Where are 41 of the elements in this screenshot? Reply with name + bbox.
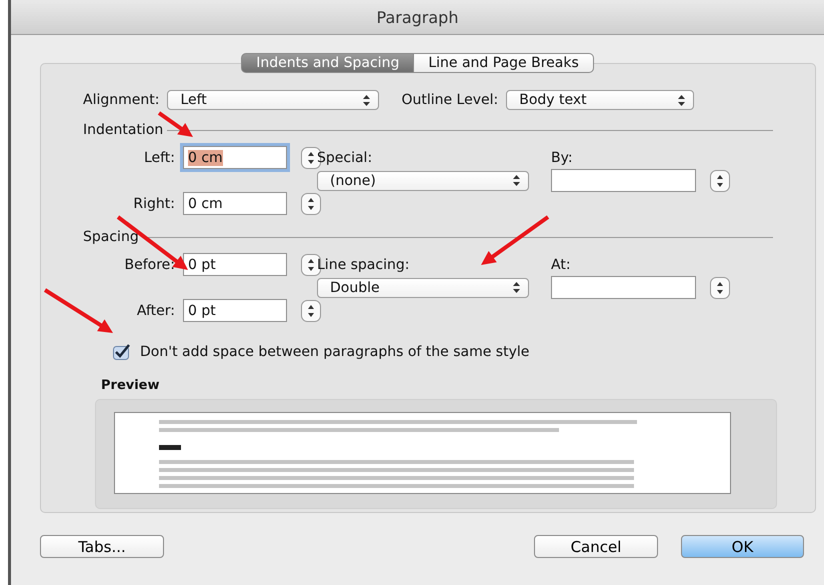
field-label: Alignment: [83, 92, 160, 108]
stepper[interactable] [301, 300, 321, 322]
tab[interactable]: Line and Page Breaks [414, 53, 594, 73]
field-label: Left: [142, 150, 176, 166]
window-title: Paragraph [376, 8, 458, 26]
input-field[interactable]: 0 pt [183, 299, 287, 322]
caret-icon [513, 282, 520, 293]
field-label: After: [136, 302, 176, 318]
field-label: Before: [124, 256, 176, 272]
input-field[interactable]: 0 cm [183, 192, 287, 215]
field-label: Right: [132, 196, 176, 212]
caret-icon [363, 94, 370, 106]
checkbox-label: Don't add space between paragraphs of the same style [140, 344, 530, 360]
dialog-button[interactable]: Tabs... [40, 535, 164, 558]
line-spacing-popup[interactable]: Double [317, 278, 529, 298]
stepper[interactable] [710, 276, 730, 298]
outline-level-popup[interactable]: Body text [506, 90, 694, 110]
section-heading: Indentation [83, 122, 164, 138]
field-label: At: [551, 256, 572, 272]
input-field[interactable] [551, 276, 696, 299]
caret-icon [513, 175, 520, 186]
field-label: Line spacing: [317, 256, 410, 272]
annotation-arrow [481, 215, 550, 265]
default-button[interactable]: OK [681, 535, 804, 558]
special-popup[interactable]: (none) [317, 170, 529, 190]
alignment-popup[interactable]: Left [167, 90, 380, 110]
field-label: Outline Level: [401, 92, 498, 108]
stepper[interactable] [710, 170, 730, 192]
dialog-button[interactable]: Cancel [534, 535, 658, 558]
input-field[interactable]: 0 cm [183, 146, 287, 169]
field-label: By: [551, 150, 574, 166]
stepper[interactable] [301, 192, 321, 214]
checkbox[interactable] [113, 344, 131, 360]
annotation-arrow [44, 288, 113, 333]
section-heading: Spacing [83, 229, 139, 245]
input-field[interactable] [551, 169, 696, 192]
section-heading: Preview [101, 378, 161, 393]
caret-icon [678, 94, 686, 106]
field-label: Special: [317, 150, 374, 166]
input-field[interactable]: 0 pt [183, 253, 287, 276]
tab[interactable]: Indents and Spacing [241, 53, 414, 73]
